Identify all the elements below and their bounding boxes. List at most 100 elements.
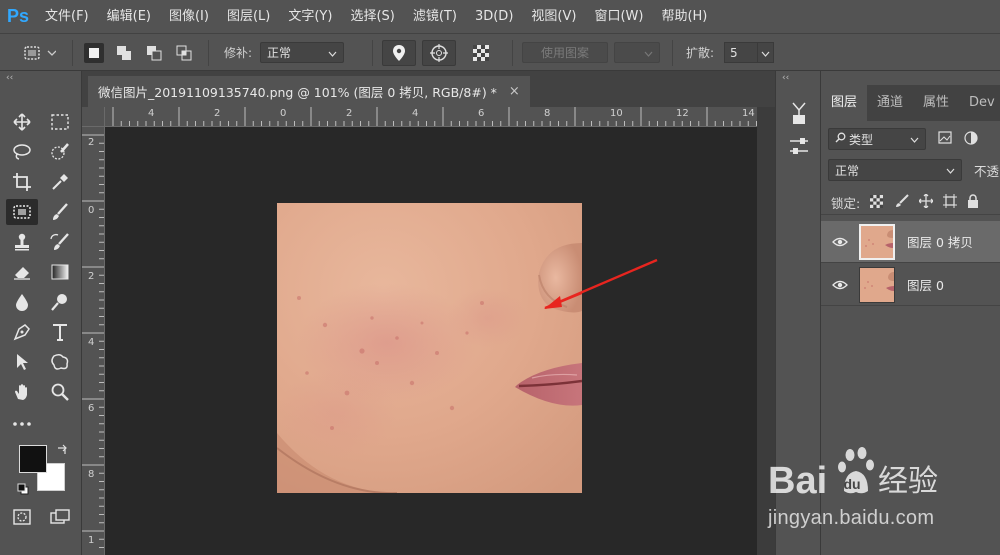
visibility-eye-icon[interactable]	[821, 280, 859, 290]
quick-selection-tool-icon[interactable]	[44, 139, 76, 165]
collapse-icon[interactable]: ‹‹	[776, 71, 820, 85]
chevron-down-icon	[644, 46, 653, 60]
swap-colors-icon[interactable]	[56, 444, 68, 459]
adjustments-icon[interactable]	[783, 131, 815, 161]
visibility-eye-icon[interactable]	[821, 237, 859, 247]
path-selection-tool-icon[interactable]	[6, 349, 38, 375]
layer-row[interactable]: 图层 0	[821, 264, 1000, 306]
ruler-label: 4	[88, 337, 95, 348]
menu-file[interactable]: 文件(F)	[36, 0, 98, 33]
source-destination-icon[interactable]	[382, 39, 416, 66]
tab-dev[interactable]: Dev	[959, 85, 1000, 121]
diffusion-value: 5	[730, 45, 738, 60]
clone-stamp-tool-icon[interactable]	[6, 229, 38, 255]
tab-layers[interactable]: 图层	[821, 85, 868, 121]
blur-tool-icon[interactable]	[6, 289, 38, 315]
dodge-tool-icon[interactable]	[44, 289, 76, 315]
patch-tool-icon[interactable]	[6, 199, 38, 225]
transparent-icon[interactable]	[464, 40, 498, 66]
eyedropper-tool-icon[interactable]	[44, 169, 76, 195]
menu-edit[interactable]: 编辑(E)	[98, 0, 160, 33]
menu-layer[interactable]: 图层(L)	[218, 0, 279, 33]
ruler-label: 2	[88, 137, 95, 148]
options-bar: 修补: 正常 使用图案 扩散: 5	[0, 33, 1000, 71]
diffusion-dropdown[interactable]	[758, 42, 775, 63]
custom-shape-tool-icon[interactable]	[44, 349, 76, 375]
quick-mask-icon[interactable]	[6, 504, 38, 530]
tab-properties[interactable]: 属性	[913, 85, 959, 121]
tool-presets-icon[interactable]	[783, 97, 815, 127]
menu-view[interactable]: 视图(V)	[522, 0, 585, 33]
tool-preset-picker[interactable]	[22, 34, 56, 71]
hand-tool-icon[interactable]	[6, 379, 38, 405]
use-pattern-button[interactable]: 使用图案	[522, 42, 608, 63]
foreground-color-swatch[interactable]	[19, 445, 47, 473]
chevron-down-icon	[946, 163, 955, 177]
lock-label: 锁定:	[831, 196, 861, 211]
blend-mode-select[interactable]: 正常	[828, 159, 962, 181]
lock-pixels-icon[interactable]	[895, 194, 909, 211]
menu-image[interactable]: 图像(I)	[160, 0, 218, 33]
layer-row[interactable]: 图层 0 拷贝	[821, 221, 1000, 263]
watermark-logo-text-2: 经验	[878, 464, 938, 499]
filter-adjustment-icon[interactable]	[964, 130, 978, 148]
zoom-tool-icon[interactable]	[44, 379, 76, 405]
menu-window[interactable]: 窗口(W)	[585, 0, 652, 33]
selection-subtract-icon[interactable]	[144, 43, 164, 63]
ruler-label: 6	[88, 403, 95, 414]
more-tools-icon[interactable]	[6, 411, 38, 437]
menu-type[interactable]: 文字(Y)	[279, 0, 341, 33]
target-icon[interactable]	[422, 39, 456, 66]
patch-label: 修补:	[224, 46, 253, 60]
layer-filter-select[interactable]: 类型	[828, 128, 926, 150]
lock-all-icon[interactable]	[967, 194, 979, 211]
watermark-url: jingyan.baidu.com	[768, 507, 935, 529]
ruler-label: 0	[88, 205, 95, 216]
collapse-icon[interactable]: ‹‹	[0, 71, 81, 85]
layer-filter-value: 类型	[849, 132, 874, 147]
ruler-label: 2	[88, 271, 95, 282]
selection-new-icon[interactable]	[84, 42, 104, 63]
ruler-label: 6	[478, 108, 485, 119]
canvas[interactable]	[105, 127, 757, 555]
ruler-origin[interactable]	[82, 107, 105, 127]
default-colors-icon[interactable]	[17, 483, 29, 498]
lock-artboard-icon[interactable]	[943, 194, 958, 211]
use-pattern-label: 使用图案	[540, 46, 589, 60]
menu-3d[interactable]: 3D(D)	[466, 0, 522, 33]
selection-intersect-icon[interactable]	[174, 43, 194, 63]
annotation-arrow	[544, 258, 658, 309]
close-icon[interactable]: ×	[509, 84, 520, 99]
move-tool-icon[interactable]	[6, 109, 38, 135]
eraser-tool-icon[interactable]	[6, 259, 38, 285]
marquee-tool-icon[interactable]	[44, 109, 76, 135]
pattern-picker[interactable]	[614, 42, 660, 63]
menu-help[interactable]: 帮助(H)	[652, 0, 716, 33]
document-tab[interactable]: 微信图片_20191109135740.png @ 101% (图层 0 拷贝,…	[88, 76, 530, 107]
diffusion-input[interactable]: 5	[724, 42, 759, 63]
brush-tool-icon[interactable]	[44, 199, 76, 225]
layer-name: 图层 0	[907, 278, 944, 293]
filter-image-icon[interactable]	[938, 131, 952, 147]
pen-tool-icon[interactable]	[6, 319, 38, 345]
tools-panel: ‹‹	[0, 71, 82, 555]
history-brush-tool-icon[interactable]	[44, 229, 76, 255]
layer-thumbnail	[859, 266, 895, 303]
baidu-paw-logo: Bai du 经验	[768, 447, 938, 502]
menu-select[interactable]: 选择(S)	[341, 0, 403, 33]
gradient-tool-icon[interactable]	[44, 259, 76, 285]
crop-tool-icon[interactable]	[6, 169, 38, 195]
photo-cheek-image[interactable]	[277, 203, 582, 493]
ruler-label: 8	[88, 469, 95, 480]
menu-filter[interactable]: 滤镜(T)	[404, 0, 466, 33]
screen-mode-icon[interactable]	[44, 504, 76, 530]
lock-transparent-icon[interactable]	[870, 194, 884, 211]
patch-mode-select[interactable]: 正常	[260, 42, 345, 63]
selection-add-icon[interactable]	[114, 43, 134, 63]
chevron-down-icon	[910, 132, 919, 146]
ruler-label: 12	[676, 108, 689, 119]
type-tool-icon[interactable]	[44, 319, 76, 345]
lasso-tool-icon[interactable]	[6, 139, 38, 165]
lock-position-icon[interactable]	[918, 193, 934, 211]
tab-channels[interactable]: 通道	[867, 85, 913, 121]
